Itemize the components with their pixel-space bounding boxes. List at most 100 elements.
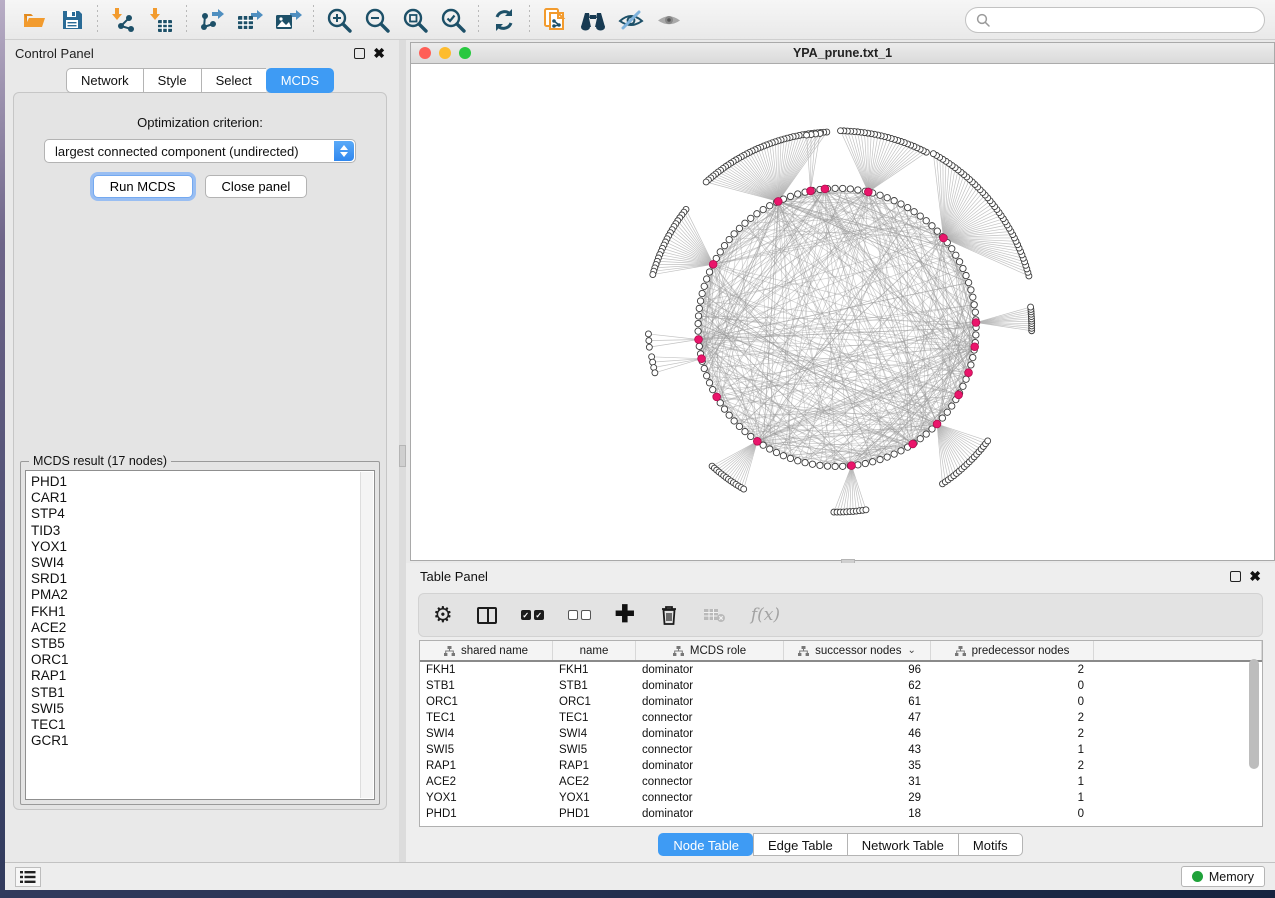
cell-successor-nodes[interactable]: 46 xyxy=(784,726,931,742)
leaf-node[interactable] xyxy=(703,179,709,185)
tab-network-table[interactable]: Network Table xyxy=(847,833,958,856)
table-settings-gear-icon[interactable]: ⚙ xyxy=(433,602,453,628)
float-panel-icon[interactable] xyxy=(354,48,365,59)
cell-shared-name[interactable]: RAP1 xyxy=(420,758,553,774)
cell-successor-nodes[interactable]: 62 xyxy=(784,678,931,694)
cell-shared-name[interactable]: PHD1 xyxy=(420,806,553,822)
result-list-item[interactable]: FKH1 xyxy=(31,604,360,620)
cell-mcds-role[interactable]: dominator xyxy=(636,694,784,710)
ring-node[interactable] xyxy=(956,259,962,265)
cell-mcds-role[interactable]: connector xyxy=(636,710,784,726)
ring-node[interactable] xyxy=(742,220,748,226)
export-image-icon[interactable] xyxy=(269,4,307,36)
table-row[interactable]: FKH1 FKH1 dominator 96 2 xyxy=(420,662,1262,678)
cell-name[interactable]: RAP1 xyxy=(553,758,636,774)
leaf-node[interactable] xyxy=(652,370,658,376)
ring-node[interactable] xyxy=(795,191,801,197)
dominator-node[interactable] xyxy=(698,355,706,363)
ring-node[interactable] xyxy=(949,246,955,252)
cell-successor-nodes[interactable]: 61 xyxy=(784,694,931,710)
column-header[interactable]: successor nodes ⌄ xyxy=(784,641,931,660)
export-table-icon[interactable] xyxy=(231,4,269,36)
close-panel-icon[interactable]: ✖ xyxy=(373,48,385,59)
column-header[interactable]: predecessor nodes ⌄ xyxy=(931,641,1094,660)
ring-node[interactable] xyxy=(949,403,955,409)
zoom-fit-icon[interactable] xyxy=(396,4,434,36)
close-panel-button[interactable]: Close panel xyxy=(205,175,308,198)
ring-node[interactable] xyxy=(862,460,868,466)
ring-node[interactable] xyxy=(731,231,737,237)
dominator-node[interactable] xyxy=(848,462,856,470)
cell-mcds-role[interactable]: dominator xyxy=(636,678,784,694)
ring-node[interactable] xyxy=(929,223,935,229)
float-panel-icon[interactable] xyxy=(1230,571,1241,582)
tab-mcds[interactable]: MCDS xyxy=(266,68,334,93)
cell-predecessor-nodes[interactable]: 0 xyxy=(931,694,1094,710)
leaf-node[interactable] xyxy=(646,344,652,350)
ring-node[interactable] xyxy=(767,446,773,452)
export-network-icon[interactable] xyxy=(193,4,231,36)
ring-node[interactable] xyxy=(742,428,748,434)
ring-node[interactable] xyxy=(736,423,742,429)
ring-node[interactable] xyxy=(840,185,846,191)
ring-node[interactable] xyxy=(840,463,846,469)
ring-node[interactable] xyxy=(754,211,760,217)
ring-node[interactable] xyxy=(736,225,742,231)
tab-style[interactable]: Style xyxy=(143,68,201,93)
leaf-node[interactable] xyxy=(838,128,844,134)
leaf-node[interactable] xyxy=(645,331,651,337)
network-canvas[interactable] xyxy=(411,64,1274,560)
cell-successor-nodes[interactable]: 18 xyxy=(784,806,931,822)
table-row[interactable]: ACE2 ACE2 connector 31 1 xyxy=(420,774,1262,790)
dominator-node[interactable] xyxy=(955,391,963,399)
leaf-node[interactable] xyxy=(804,132,810,138)
ring-node[interactable] xyxy=(934,228,940,234)
ring-node[interactable] xyxy=(726,236,732,242)
leaf-node[interactable] xyxy=(741,486,747,492)
cell-shared-name[interactable]: FKH1 xyxy=(420,662,553,678)
delete-column-icon[interactable] xyxy=(659,602,679,628)
result-list-item[interactable]: CAR1 xyxy=(31,490,360,506)
ring-node[interactable] xyxy=(701,283,707,289)
open-folder-icon[interactable] xyxy=(15,4,53,36)
ring-node[interactable] xyxy=(696,305,702,311)
tab-node-table[interactable]: Node Table xyxy=(658,833,753,856)
ring-node[interactable] xyxy=(923,431,929,437)
memory-button[interactable]: Memory xyxy=(1181,866,1265,887)
ring-node[interactable] xyxy=(971,302,977,308)
cell-name[interactable]: PHD1 xyxy=(553,806,636,822)
result-list-item[interactable]: RAP1 xyxy=(31,668,360,684)
column-header[interactable]: name ⌄ xyxy=(553,641,636,660)
cell-name[interactable]: TEC1 xyxy=(553,710,636,726)
result-list-item[interactable]: SWI4 xyxy=(31,555,360,571)
tab-select[interactable]: Select xyxy=(201,68,266,93)
result-list-item[interactable]: SWI5 xyxy=(31,701,360,717)
cell-mcds-role[interactable]: dominator xyxy=(636,662,784,678)
ring-node[interactable] xyxy=(898,201,904,207)
task-history-icon[interactable] xyxy=(15,867,41,887)
ring-node[interactable] xyxy=(802,459,808,465)
table-row[interactable]: ORC1 ORC1 dominator 61 0 xyxy=(420,694,1262,710)
leaf-node[interactable] xyxy=(650,272,656,278)
dominator-node[interactable] xyxy=(971,343,979,351)
ring-node[interactable] xyxy=(972,309,978,315)
result-list-item[interactable]: STP4 xyxy=(31,506,360,522)
cell-name[interactable]: SWI5 xyxy=(553,742,636,758)
ring-node[interactable] xyxy=(695,328,701,334)
mcds-result-list[interactable]: PHD1CAR1STP4TID3YOX1SWI4SRD1PMA2FKH1ACE2… xyxy=(25,470,375,800)
ring-node[interactable] xyxy=(963,376,969,382)
ring-node[interactable] xyxy=(809,461,815,467)
column-header[interactable]: MCDS role ⌄ xyxy=(636,641,784,660)
ring-node[interactable] xyxy=(773,449,779,455)
search-field[interactable] xyxy=(965,7,1265,33)
result-list-item[interactable]: ORC1 xyxy=(31,652,360,668)
ring-node[interactable] xyxy=(968,362,974,368)
ring-node[interactable] xyxy=(855,187,861,193)
cell-name[interactable]: SWI4 xyxy=(553,726,636,742)
ring-node[interactable] xyxy=(717,249,723,255)
clone-network-icon[interactable] xyxy=(536,4,574,36)
ring-node[interactable] xyxy=(963,272,969,278)
ring-node[interactable] xyxy=(721,406,727,412)
table-row[interactable]: RAP1 RAP1 dominator 35 2 xyxy=(420,758,1262,774)
ring-node[interactable] xyxy=(884,454,890,460)
